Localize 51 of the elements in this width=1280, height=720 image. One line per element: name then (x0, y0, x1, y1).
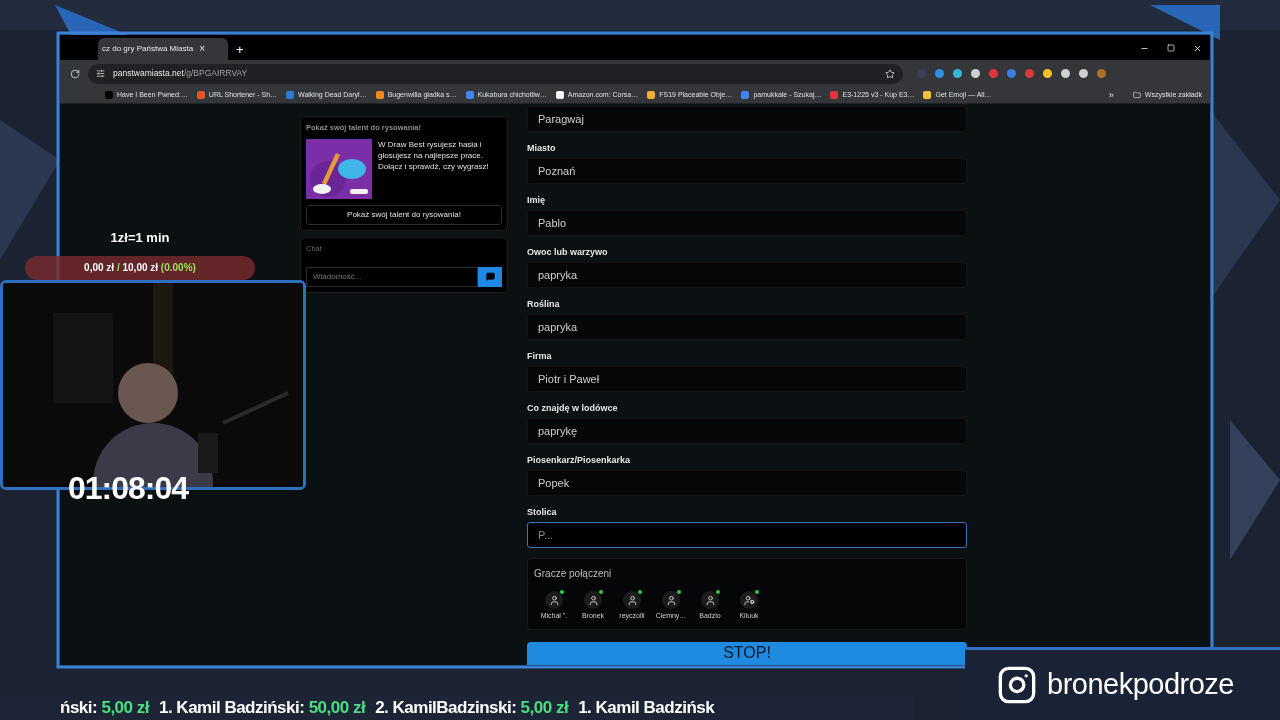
tab-close-button[interactable]: × (199, 44, 205, 54)
close-icon[interactable] (1193, 44, 1202, 53)
field-label: Owoc lub warzywo (527, 246, 609, 258)
site-settings-icon[interactable] (96, 69, 105, 78)
input-field[interactable]: paprykę (527, 418, 967, 444)
stop-button[interactable]: STOP! (527, 641, 967, 665)
instagram-icon (997, 665, 1037, 705)
tab-title: cz do gry Państwa Miasta (102, 43, 194, 55)
extension-icon[interactable] (1061, 69, 1070, 78)
field-label: Co znajdę w lodówce (527, 402, 619, 414)
field-label: Imię (527, 194, 546, 206)
input-field[interactable]: papryka (527, 262, 967, 288)
url-text: panstwamiasta.net/g/BPGAIRRVAY (113, 67, 248, 80)
goal-text: 0,00 zł / 10,00 zł (0.00%) (84, 261, 196, 275)
more-bookmarks-button[interactable]: » (1108, 90, 1114, 100)
message-field[interactable]: Wiadomość... (306, 266, 478, 287)
field-label: Miasto (527, 142, 557, 154)
field-label: Piosenkarz/Piosenkarka (527, 454, 632, 466)
browser-tab[interactable]: cz do gry Państwa Miasta × (98, 38, 228, 60)
rate-text: 1zł=1 min (110, 229, 170, 247)
promo-button[interactable]: Pokaż swój talent do rysowania! (306, 205, 502, 226)
instagram-handle: bronekpodroze (1047, 667, 1234, 703)
promo-text: W Draw Best rysujesz hasła i głosujesz na najlepsze prace. Dołącz i sprawdź, czy wygrasz! (378, 139, 490, 174)
extension-icon[interactable] (1079, 69, 1088, 78)
field-label: Roślina (527, 298, 561, 310)
input-field[interactable]: Poznań (527, 158, 967, 184)
maximize-icon[interactable] (1167, 44, 1175, 52)
new-tab-button[interactable]: + (236, 43, 244, 56)
input-field[interactable]: P... (527, 522, 967, 548)
field-label: Stolica (527, 506, 558, 518)
reload-icon[interactable] (70, 68, 80, 79)
chat-icon (485, 272, 495, 281)
address-bar[interactable]: panstwamiasta.net/g/BPGAIRRVAY (88, 63, 903, 84)
field-label: Firma (527, 350, 553, 362)
input-field[interactable]: Popek (527, 470, 967, 496)
ticker-entry: 1. Kamil Badzińsk (578, 696, 715, 719)
input-field[interactable]: Piotr i Paweł (527, 366, 967, 392)
extension-icon[interactable] (935, 69, 944, 78)
input-field[interactable]: papryka (527, 314, 967, 340)
extension-icon[interactable] (953, 69, 962, 78)
input-field[interactable]: Pablo (527, 210, 967, 236)
ticker-entry: ński: 5,00 zł (60, 696, 149, 719)
ticker-entry: 2. KamilBadzinski: 5,00 zł (375, 696, 569, 719)
input-field[interactable]: Paragwaj (527, 106, 967, 132)
bookmark-star-icon[interactable] (885, 68, 895, 79)
players-title: Gracze połączeni (534, 567, 613, 581)
folder-icon (1132, 91, 1141, 99)
extension-icon[interactable] (971, 69, 980, 78)
send-button[interactable] (478, 266, 502, 287)
ticker-entry: 1. Kamil Badziński: 50,00 zł (158, 696, 366, 719)
extension-icon[interactable] (1043, 69, 1052, 78)
